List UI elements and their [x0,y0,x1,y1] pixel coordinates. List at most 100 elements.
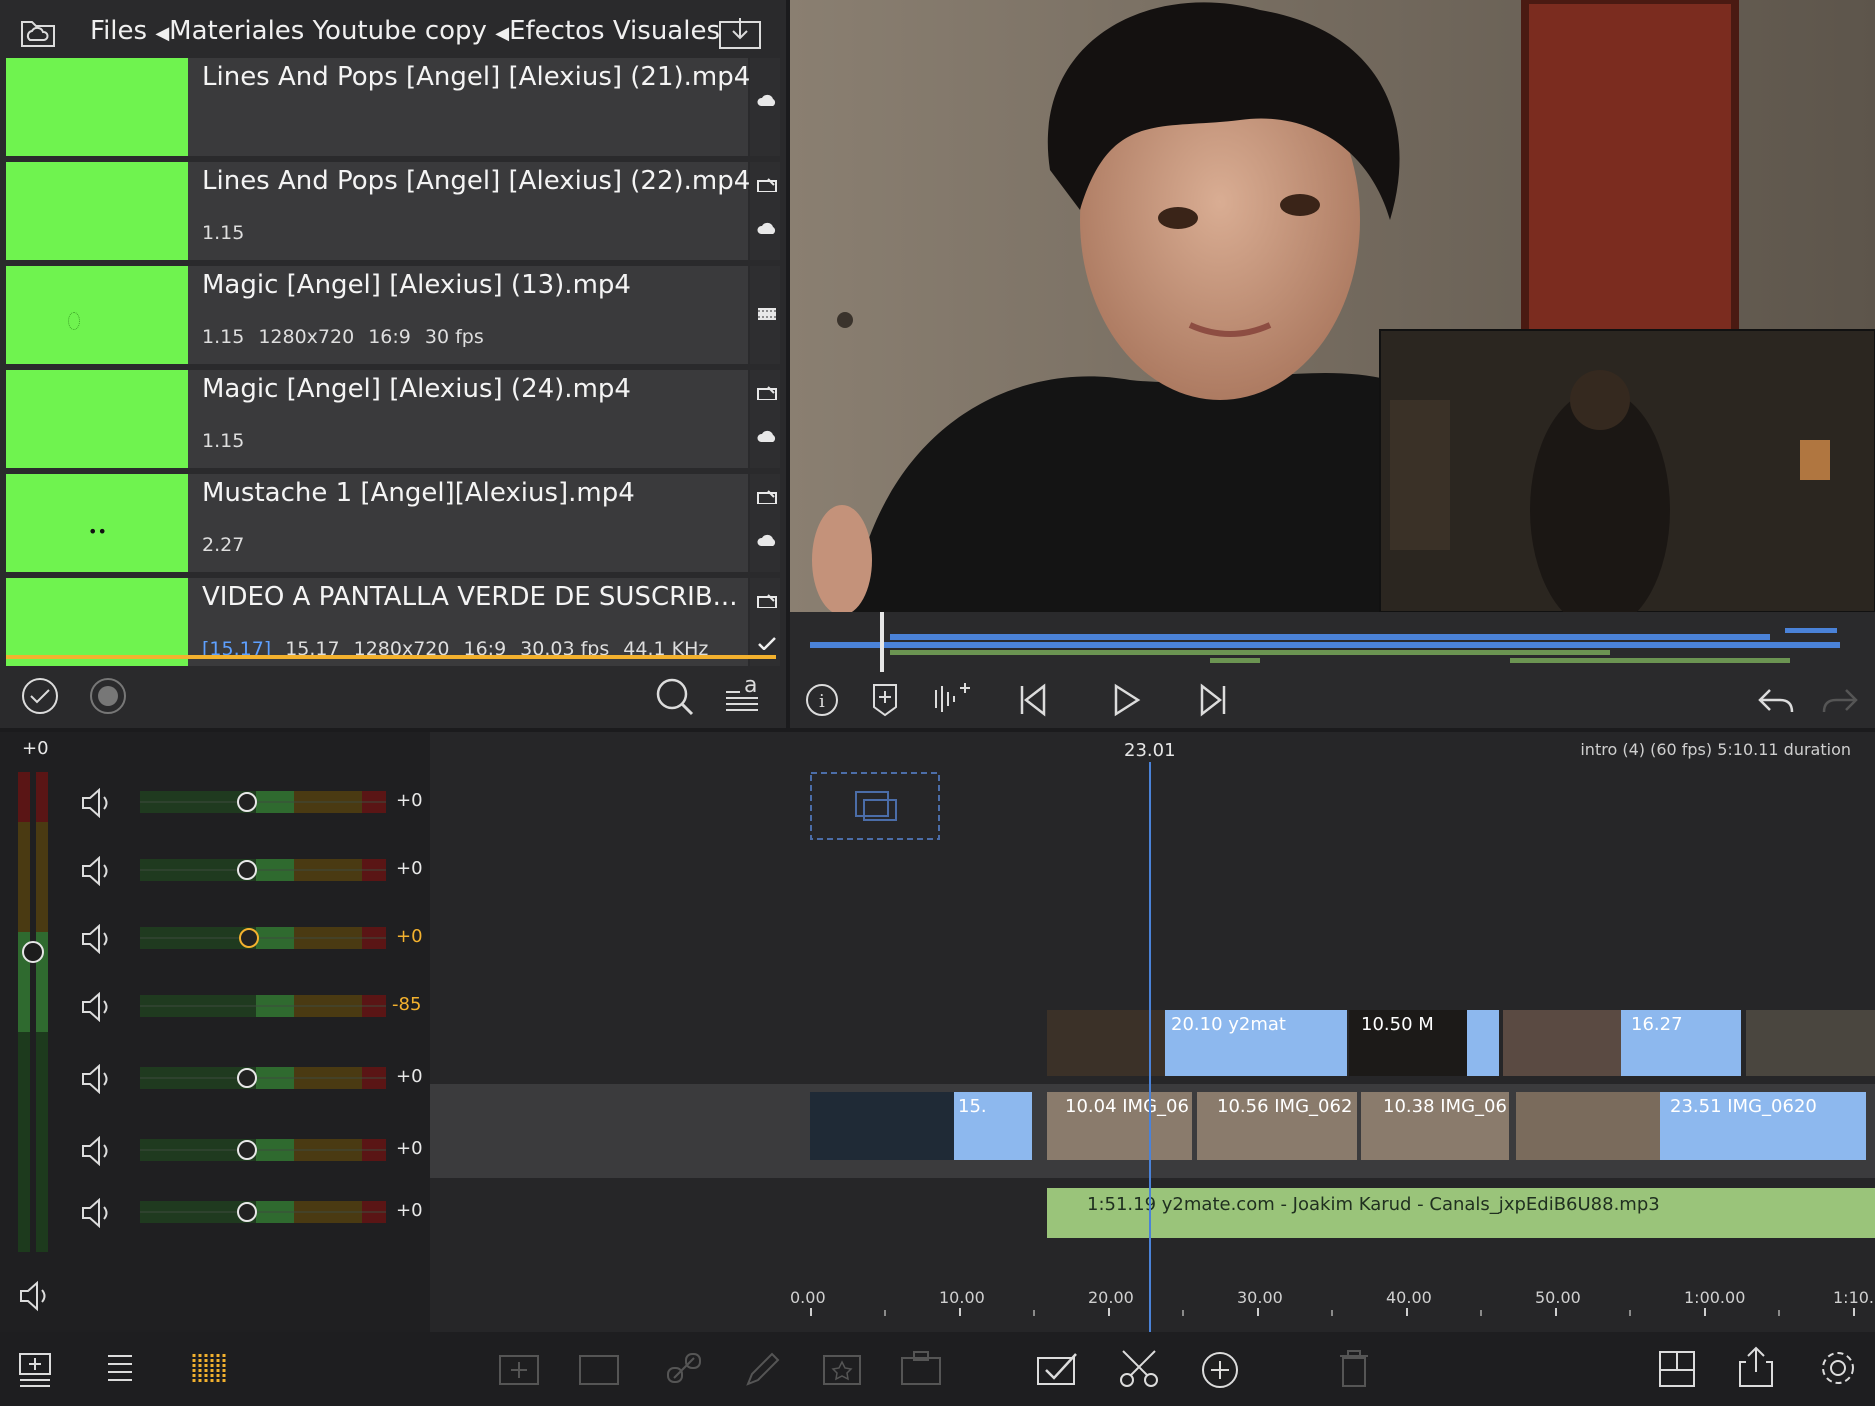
media-title: Magic [Angel] [Alexius] (13).mp4 [202,270,631,300]
media-item[interactable]: Lines And Pops [Angel] [Alexius] (22).mp… [6,162,780,260]
volume-fader[interactable] [136,993,396,1019]
overlay-clip[interactable]: 20.10 y2mat [1047,1010,1347,1076]
skip-back-icon[interactable] [1018,682,1048,718]
cloud-icon [757,222,776,234]
overview-playhead [880,612,884,672]
sort-text-icon[interactable]: a [722,672,762,716]
skip-forward-icon[interactable] [1198,682,1228,718]
ruler-minor-tick [1629,1310,1631,1316]
volume-fader[interactable] [136,1065,396,1091]
speaker-icon[interactable] [80,1136,114,1166]
main-clip[interactable]: 10.38 IMG_06 [1361,1092,1509,1160]
timeline-overview[interactable] [810,612,1850,672]
add-track-icon[interactable] [18,1350,52,1388]
audio-mixer-icon[interactable] [190,1350,228,1388]
speaker-icon[interactable] [80,788,114,818]
main-clip[interactable]: 10.04 IMG_06 [1047,1092,1192,1160]
import-icon[interactable] [718,16,762,52]
volume-fader[interactable] [136,1137,396,1163]
media-item[interactable]: •• Mustache 1 [Angel][Alexius].mp4 2.27 [6,474,780,572]
media-meta: 1.15 1280x720 16:9 30 fps [202,326,498,348]
clip-label: 10.04 IMG_06 [1065,1096,1189,1117]
media-meta-field: 1.15 [202,326,245,348]
overlay-clip[interactable]: 10.50 M [1349,1010,1499,1076]
video-preview[interactable] [790,0,1875,612]
clip-label: 20.10 y2mat [1171,1014,1286,1035]
timeline[interactable]: 23.01 intro (4) (60 fps) 5:10.11 duratio… [430,732,1875,1332]
track-volume-value: +0 [396,1138,423,1159]
media-item[interactable]: Lines And Pops [Angel] [Alexius] (21).mp… [6,58,780,156]
folder-cloud-icon[interactable] [20,16,56,48]
track-volume-value: +0 [396,790,423,811]
media-item[interactable]: Magic [Angel] [Alexius] (24).mp4 1.15 [6,370,780,468]
redo-icon[interactable] [1820,686,1860,716]
add-marker-icon[interactable] [870,682,900,718]
main-clip[interactable]: 10.56 IMG_062 [1197,1092,1357,1160]
media-meta-field: 1.15 [202,222,245,244]
track-list-icon[interactable] [104,1350,136,1388]
placeholder-drop-zone[interactable] [810,772,942,842]
green-screen-thumbnail [6,162,188,260]
master-speaker-icon[interactable] [18,1280,52,1312]
layout-icon[interactable] [1658,1350,1696,1388]
media-meta-field: 1.15 [202,430,245,452]
preview-frame [790,0,1875,612]
ruler-minor-tick [1331,1310,1333,1316]
ruler-tick [1853,1308,1855,1316]
breadcrumb: Files ◀Materiales Youtube copy ◀Efectos … [90,16,720,46]
share-icon[interactable] [1738,1346,1774,1388]
green-screen-thumbnail [6,58,188,156]
clip-label: 16.27 [1631,1014,1683,1035]
breadcrumb-materiales[interactable]: Materiales Youtube copy [169,16,487,46]
ruler-minor-tick [1182,1310,1184,1316]
select-check-icon[interactable] [20,676,60,716]
speaker-icon[interactable] [80,856,114,886]
settings-gear-icon[interactable] [1818,1348,1858,1388]
info-icon[interactable]: i [804,682,840,718]
record-icon[interactable] [88,676,128,716]
speaker-icon[interactable] [80,1198,114,1228]
ruler-tick-label: 1:10.00 [1833,1288,1875,1307]
ruler-minor-tick [884,1310,886,1316]
speaker-icon[interactable] [80,924,114,954]
pencil-icon [746,1352,780,1386]
audio-clip[interactable]: 1:51.19 y2mate.com - Joakim Karud - Cana… [1047,1188,1875,1238]
media-meta: 1.15 [202,430,258,452]
split-audio-icon [579,1355,619,1385]
ruler-minor-tick [1480,1310,1482,1316]
volume-fader[interactable] [136,925,396,951]
svg-text:i: i [819,691,825,712]
search-icon[interactable] [654,676,696,718]
speaker-icon[interactable] [80,992,114,1022]
scissors-icon[interactable] [1118,1348,1160,1390]
select-mode-icon[interactable] [1036,1350,1080,1388]
bottom-toolbar [0,1332,1875,1406]
media-meta: 2.27 [202,534,258,556]
voiceover-icon[interactable] [932,680,972,718]
breadcrumb-files[interactable]: Files [90,16,147,46]
play-icon[interactable] [1112,682,1142,718]
ruler-tick-label: 40.00 [1386,1288,1432,1307]
clip-label: 10.38 IMG_06 [1383,1096,1507,1117]
overlay-clip[interactable] [1746,1010,1875,1076]
film-edit-icon [757,594,777,608]
playhead[interactable] [1149,762,1151,1332]
main-clip[interactable]: 23.51 IMG_0620 [1516,1092,1866,1160]
media-item[interactable]: VIDEO A PANTALLA VERDE DE SUSCRIB... [15.… [6,578,780,676]
breadcrumb-efectos[interactable]: Efectos Visuales [509,16,720,46]
media-item[interactable]: Magic [Angel] [Alexius] (13).mp4 1.15 1280… [6,266,780,364]
volume-fader[interactable] [136,857,396,883]
ruler-tick-label: 50.00 [1535,1288,1581,1307]
volume-fader[interactable] [136,1199,396,1225]
speaker-icon[interactable] [80,1064,114,1094]
undo-icon[interactable] [1756,686,1796,716]
ruler-tick [810,1308,812,1316]
overlay-clip[interactable]: 16.27 [1503,1010,1741,1076]
add-icon[interactable] [1200,1350,1240,1390]
master-level-meter[interactable] [18,772,52,1252]
ruler-tick [1406,1308,1408,1316]
main-clip[interactable]: 15. [810,1092,1032,1160]
browser-footer: a [0,666,786,728]
ruler-tick [1257,1308,1259,1316]
volume-fader[interactable] [136,789,396,815]
